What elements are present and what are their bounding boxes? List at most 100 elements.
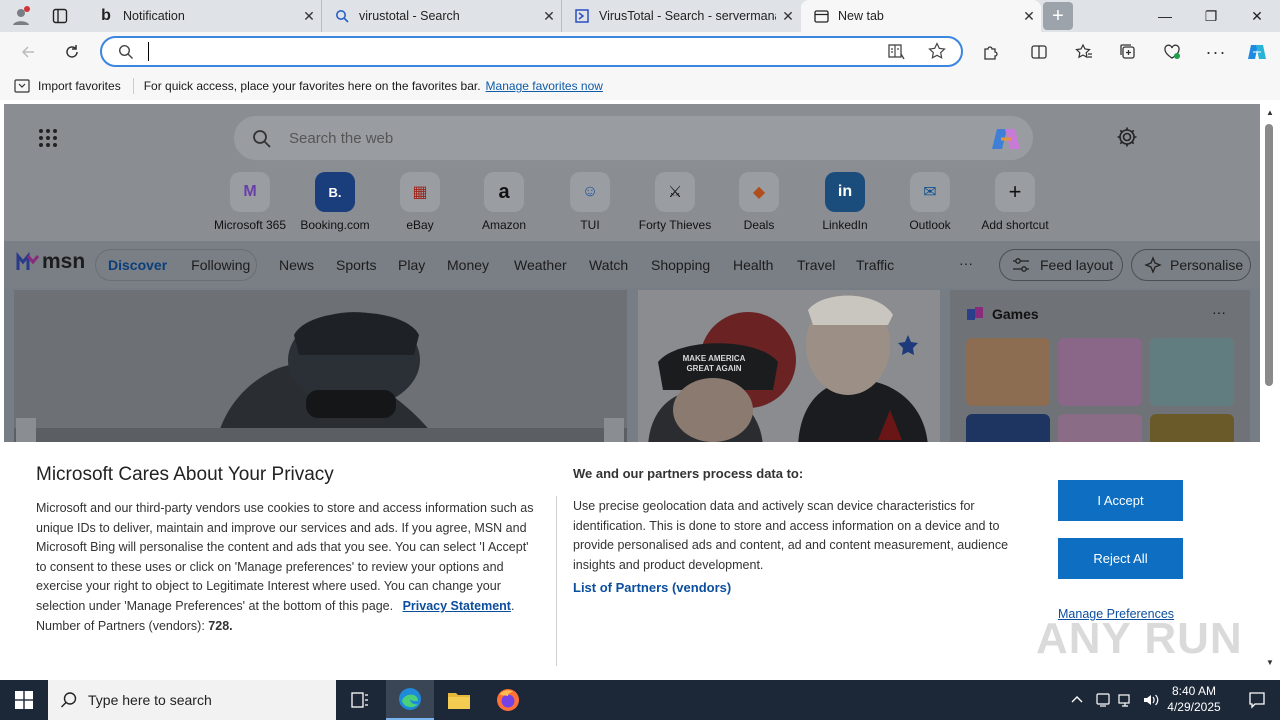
- nav-health[interactable]: Health: [733, 257, 773, 273]
- shortcut-ebay[interactable]: ▦ eBay: [380, 172, 460, 232]
- tab-notification[interactable]: b Notification ✕: [86, 0, 322, 32]
- close-tab-icon[interactable]: ✕: [776, 8, 800, 25]
- accept-button[interactable]: I Accept: [1058, 480, 1183, 521]
- shortcut-label: Forty Thieves: [638, 218, 712, 232]
- manage-favorites-link[interactable]: Manage favorites now: [486, 79, 603, 93]
- partners-list-link[interactable]: List of Partners (vendors): [573, 580, 731, 595]
- close-tab-icon[interactable]: ✕: [297, 8, 321, 25]
- shortcut-linkedin[interactable]: in LinkedIn: [805, 172, 885, 232]
- task-view-button[interactable]: [336, 680, 384, 720]
- taskbar-search-box[interactable]: Type here to search: [48, 680, 336, 720]
- browser-essentials-button[interactable]: [1156, 36, 1188, 68]
- game-tile-3[interactable]: [1150, 338, 1234, 406]
- tab-discover[interactable]: Discover: [108, 257, 167, 273]
- nav-play[interactable]: Play: [398, 257, 425, 273]
- back-button[interactable]: [12, 36, 44, 68]
- scroll-thumb[interactable]: [1265, 124, 1273, 386]
- page-scrollbar[interactable]: ▲ ▼: [1262, 104, 1280, 676]
- apps-launcher-icon[interactable]: [38, 128, 58, 151]
- tab-following[interactable]: Following: [191, 257, 250, 273]
- nav-shopping[interactable]: Shopping: [651, 257, 710, 273]
- minimize-button[interactable]: —: [1142, 0, 1188, 32]
- close-window-button[interactable]: ✕: [1234, 0, 1280, 32]
- taskbar-search-placeholder: Type here to search: [88, 692, 212, 708]
- nav-money[interactable]: Money: [447, 257, 489, 273]
- nav-more-button[interactable]: ···: [959, 255, 973, 271]
- start-button[interactable]: [0, 680, 48, 720]
- shortcut-amazon[interactable]: a Amazon: [464, 172, 544, 232]
- nav-news[interactable]: News: [279, 257, 314, 273]
- collections-button[interactable]: [1112, 36, 1144, 68]
- taskbar-firefox[interactable]: [484, 680, 532, 720]
- close-tab-icon[interactable]: ✕: [537, 8, 561, 25]
- shortcut-outlook[interactable]: ✉ Outlook: [890, 172, 970, 232]
- immersive-reader-icon[interactable]: [888, 43, 906, 64]
- hero-card-politics[interactable]: MAKE AMERICA GREAT AGAIN: [638, 290, 940, 450]
- shortcut-booking[interactable]: B. Booking.com: [295, 172, 375, 232]
- tab-new-tab[interactable]: New tab ✕: [801, 0, 1041, 32]
- import-favorites-button[interactable]: Import favorites: [38, 79, 121, 93]
- notification-center-button[interactable]: [1234, 680, 1280, 720]
- volume-icon[interactable]: [1142, 692, 1160, 711]
- booking-icon: B.: [315, 172, 355, 212]
- favorite-star-icon[interactable]: [928, 42, 946, 63]
- page-settings-icon[interactable]: [1116, 126, 1138, 151]
- favorites-button[interactable]: [1068, 36, 1100, 68]
- taskbar-file-explorer[interactable]: [435, 680, 483, 720]
- tab-virustotal-servermanager[interactable]: VirusTotal - Search - servermanag ✕: [562, 0, 800, 32]
- microsoft-365-icon: M: [230, 172, 270, 212]
- hero-card-cyclist[interactable]: [14, 290, 627, 450]
- shortcut-deals[interactable]: ◆ Deals: [719, 172, 799, 232]
- taskbar-edge[interactable]: [386, 680, 434, 720]
- extensions-button[interactable]: [975, 36, 1007, 68]
- address-bar[interactable]: [100, 36, 963, 67]
- shortcut-forty-thieves[interactable]: ⚔ Forty Thieves: [635, 172, 715, 232]
- device-icon[interactable]: [1095, 692, 1111, 711]
- split-screen-button[interactable]: [1023, 36, 1055, 68]
- new-tab-button[interactable]: +: [1043, 2, 1073, 30]
- close-tab-icon[interactable]: ✕: [1017, 8, 1041, 25]
- tab-virustotal-search[interactable]: virustotal - Search ✕: [322, 0, 562, 32]
- chevron-up-icon: [1071, 696, 1083, 703]
- web-search-box[interactable]: Search the web: [233, 115, 1034, 161]
- show-hidden-icons[interactable]: [1070, 692, 1084, 709]
- restore-button[interactable]: ❐: [1188, 0, 1234, 32]
- copilot-icon[interactable]: [991, 125, 1021, 156]
- personalise-button[interactable]: Personalise: [1131, 249, 1251, 281]
- address-input[interactable]: [148, 42, 868, 61]
- nav-travel[interactable]: Travel: [797, 257, 835, 273]
- scroll-down-icon[interactable]: ▼: [1266, 658, 1274, 667]
- copilot-button[interactable]: [1241, 36, 1273, 68]
- games-more-icon[interactable]: ···: [1212, 304, 1226, 320]
- tab-actions-button[interactable]: [48, 6, 72, 26]
- task-view-icon: [351, 692, 368, 708]
- scroll-up-icon[interactable]: ▲: [1266, 108, 1274, 117]
- settings-more-button[interactable]: ···: [1200, 36, 1232, 68]
- profile-avatar[interactable]: [8, 4, 34, 28]
- msn-wordmark: msn: [42, 250, 86, 273]
- game-tile-2[interactable]: [1058, 338, 1142, 406]
- tui-icon: ☺: [570, 172, 610, 212]
- nav-traffic[interactable]: Traffic: [856, 257, 894, 273]
- shortcut-tui[interactable]: ☺ TUI: [550, 172, 630, 232]
- import-favorites-icon[interactable]: [14, 79, 32, 93]
- add-shortcut-button[interactable]: + Add shortcut: [975, 172, 1055, 232]
- tab-title: New tab: [838, 9, 884, 23]
- purposes-body: Use precise geolocation data and activel…: [573, 499, 1009, 572]
- reject-all-button[interactable]: Reject All: [1058, 538, 1183, 579]
- games-panel: Games ···: [950, 290, 1250, 450]
- discover-following-toggle: Discover Following: [95, 249, 257, 281]
- nav-weather[interactable]: Weather: [514, 257, 567, 273]
- privacy-statement-link[interactable]: Privacy Statement: [403, 599, 511, 613]
- clock[interactable]: 8:40 AM 4/29/2025: [1166, 683, 1222, 715]
- personalise-label: Personalise: [1170, 257, 1244, 273]
- shortcut-microsoft-365[interactable]: M Microsoft 365: [210, 172, 290, 232]
- nav-sports[interactable]: Sports: [336, 257, 376, 273]
- feed-layout-button[interactable]: Feed layout: [999, 249, 1123, 281]
- nav-watch[interactable]: Watch: [589, 257, 628, 273]
- favbar-divider: [132, 78, 134, 94]
- refresh-button[interactable]: [56, 36, 88, 68]
- network-icon[interactable]: [1118, 692, 1134, 711]
- game-tile-1[interactable]: [966, 338, 1050, 406]
- msn-logo[interactable]: msn: [16, 250, 85, 274]
